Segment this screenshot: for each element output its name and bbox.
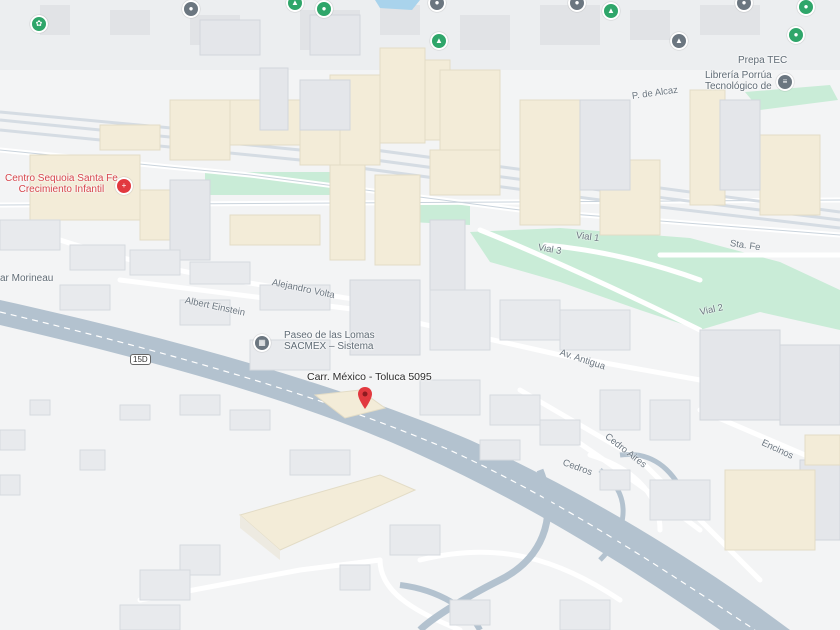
- place-label-prepa-tec[interactable]: Prepa TEC: [738, 55, 787, 66]
- park-poi-icon[interactable]: ✿: [30, 15, 48, 33]
- tree-poi-icon[interactable]: ▲: [602, 2, 620, 20]
- poi-icon[interactable]: ●: [182, 0, 200, 18]
- tree-poi-icon[interactable]: ▲: [430, 32, 448, 50]
- place-label-morineau[interactable]: ar Morineau: [0, 273, 53, 284]
- place-label-libreria[interactable]: Librería Porrúa Tecnológico de: [705, 70, 772, 92]
- highway-shield: 15D: [130, 354, 151, 365]
- marker-label[interactable]: Carr. México - Toluca 5095: [307, 371, 432, 383]
- location-pin-icon[interactable]: [358, 387, 372, 409]
- place-label-centro-sequoia[interactable]: Centro Sequoia Santa Fe Crecimiento Infa…: [5, 173, 118, 195]
- park-poi-icon[interactable]: ●: [787, 26, 805, 44]
- building-poi-icon[interactable]: ▦: [253, 334, 271, 352]
- place-label-paseo-lomas[interactable]: Paseo de las Lomas SACMEX – Sistema: [284, 330, 375, 352]
- map-canvas[interactable]: ✿ ● ▲ ● ● ▲ ● ▲ ▲ ● ● ● ≡ + ▦ Prepa TEC …: [0, 0, 840, 630]
- park-poi-icon[interactable]: ●: [315, 0, 333, 18]
- school-poi-icon[interactable]: ≡: [776, 73, 794, 91]
- poi-icon[interactable]: ▲: [670, 32, 688, 50]
